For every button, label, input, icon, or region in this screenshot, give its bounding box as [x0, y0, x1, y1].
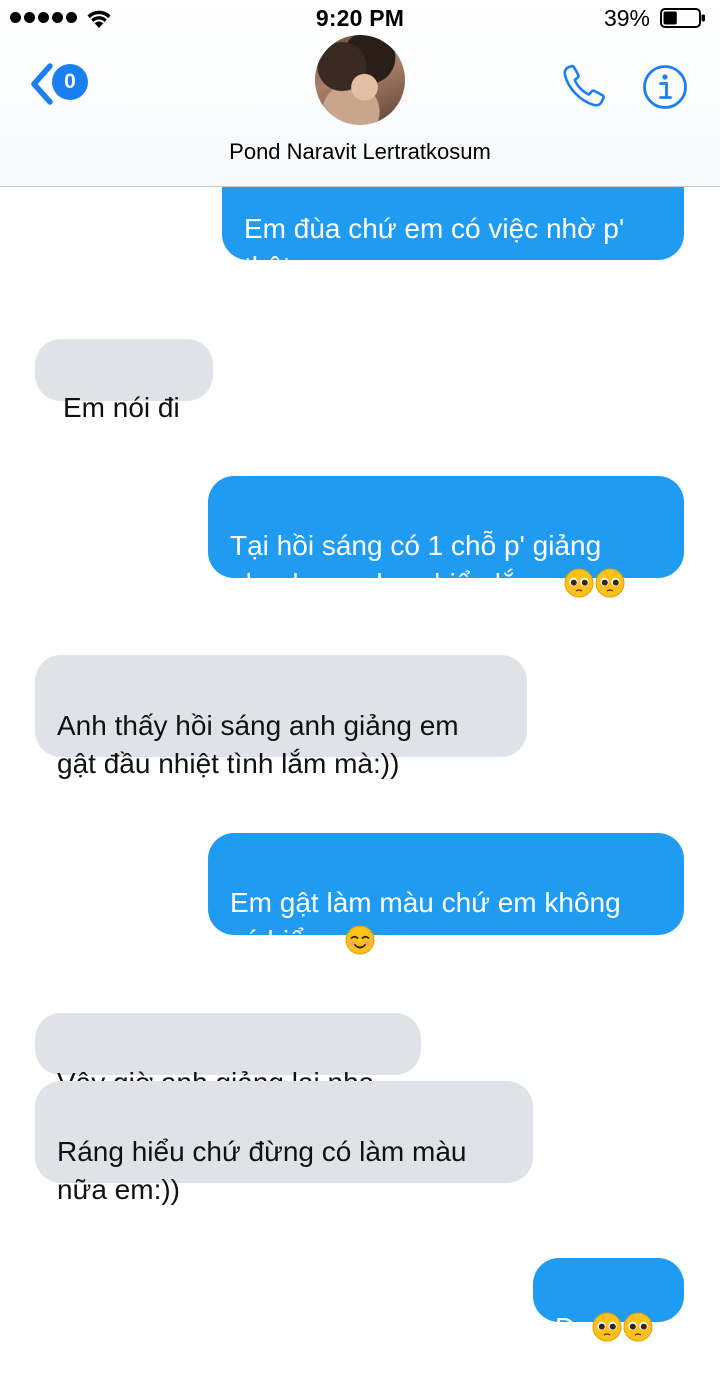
pleading-face-emoji-icon [623, 1312, 653, 1342]
unread-count-badge: 0 [52, 64, 88, 100]
contact-name[interactable]: Pond Naravit Lertratkosum [0, 139, 720, 165]
message-text: Anh thấy hồi sáng anh giảng em gật đầu n… [57, 710, 459, 779]
status-bar: 9:20 PM 39% [0, 0, 720, 36]
message-text: Em nói đi [63, 392, 180, 423]
message-text: Ráng hiểu chứ đừng có làm màu nữa em:)) [57, 1136, 467, 1205]
call-button[interactable] [560, 62, 610, 110]
message-bubble-outgoing[interactable]: Tại hồi sáng có 1 chỗ p' giảng nhanh em … [208, 476, 684, 599]
message-bubble-incoming[interactable]: Ráng hiểu chứ đừng có làm màu nữa em:)) [35, 1081, 533, 1205]
emoji-group [563, 568, 625, 598]
message-text: Dạ [555, 1312, 591, 1343]
phone-icon [563, 64, 605, 107]
message-text: Em đùa chứ em có việc nhờ p' thật [244, 213, 625, 282]
pleading-face-emoji-icon [564, 568, 594, 598]
info-icon [643, 65, 687, 109]
message-text: Tại hồi sáng có 1 chỗ p' giảng nhanh em … [230, 530, 602, 599]
battery-icon [660, 8, 705, 28]
info-button[interactable] [642, 64, 688, 110]
smiling-face-emoji-icon [345, 925, 375, 955]
pleading-face-emoji-icon [592, 1312, 622, 1342]
message-bubble-outgoing[interactable]: Dạ [533, 1258, 684, 1343]
pleading-face-emoji-icon [595, 568, 625, 598]
back-button[interactable]: 0 [28, 60, 98, 108]
battery-percent: 39% [603, 5, 650, 31]
message-text: Em gật làm màu chứ em không có hiểu ạ [230, 887, 621, 956]
message-bubble-incoming[interactable]: Anh thấy hồi sáng anh giảng em gật đầu n… [35, 655, 527, 779]
message-bubble-incoming[interactable]: Vậy giờ anh giảng lại nha [35, 1013, 421, 1098]
emoji-group [591, 1312, 653, 1342]
message-bubble-incoming[interactable]: Em nói đi [35, 339, 213, 423]
message-bubble-outgoing[interactable]: Em gật làm màu chứ em không có hiểu ạ [208, 833, 684, 956]
contact-avatar[interactable] [315, 35, 405, 125]
